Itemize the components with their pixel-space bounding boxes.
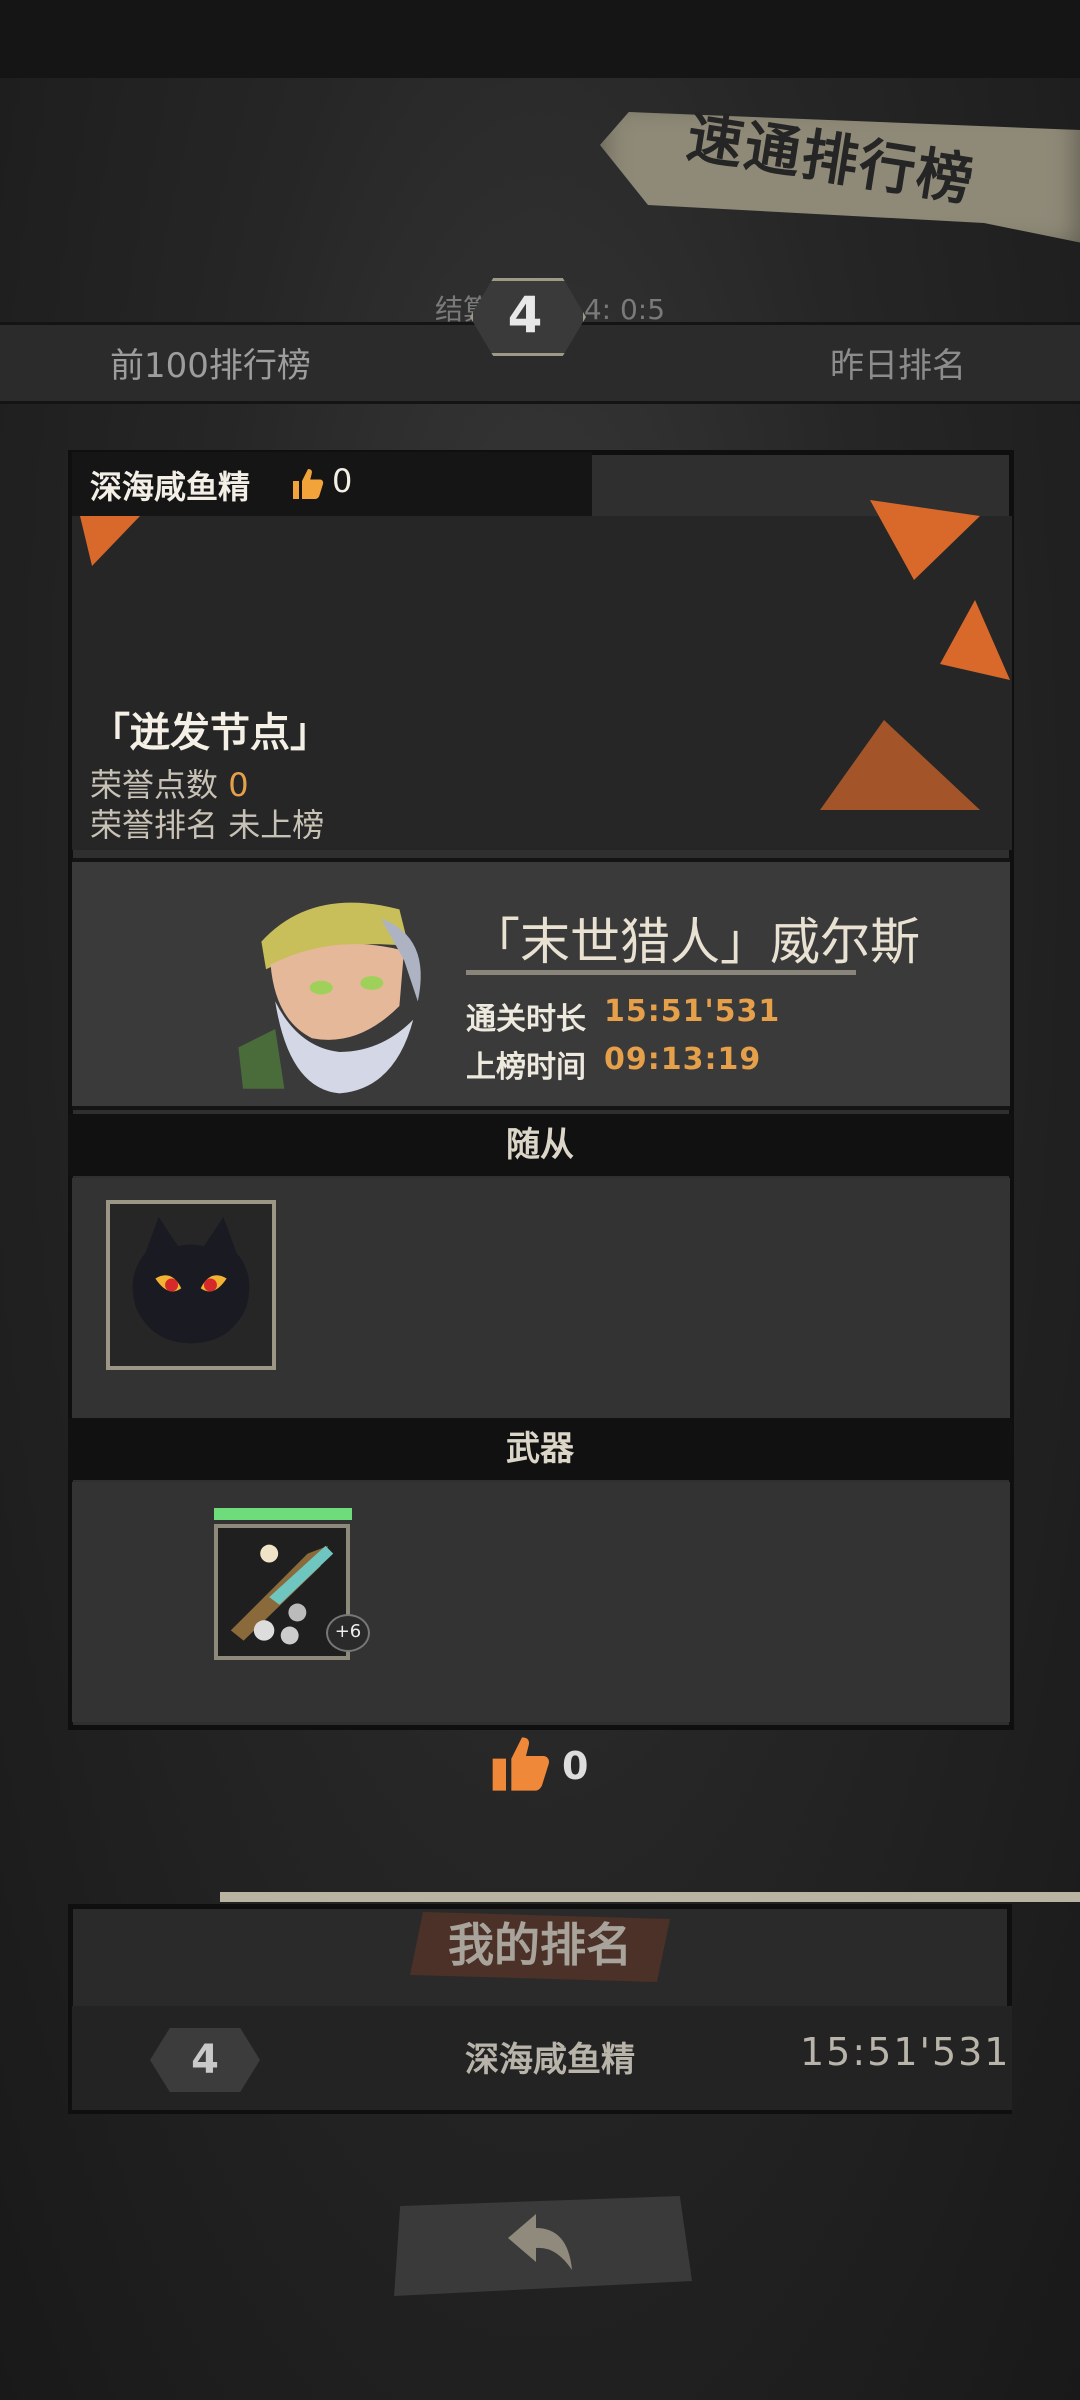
player-like-count: 0 (332, 462, 353, 500)
honor-points: 荣誉点数 0 (90, 760, 390, 804)
listed-time-label: 上榜时间 (466, 1050, 586, 1085)
my-rank-title: 我的排名 (448, 1918, 632, 1972)
hero-name: 「末世猎人」威尔斯 (470, 913, 920, 971)
tab-yesterday[interactable]: 昨日排名 (830, 338, 1030, 388)
thumbs-up-icon[interactable] (290, 466, 326, 502)
honor-points-value: 0 (228, 766, 249, 804)
like-count: 0 (562, 1744, 589, 1788)
listed-time-value: 09:13:19 (604, 1042, 762, 1077)
status-bar (0, 0, 1080, 78)
clear-time-label: 通关时长 (466, 1002, 586, 1037)
honor-rank: 荣誉排名 未上榜 (90, 800, 390, 844)
thumbs-up-icon[interactable] (490, 1732, 554, 1796)
weapon-slot-area (72, 1482, 1010, 1722)
back-arrow-icon[interactable] (500, 2206, 580, 2278)
tab-top100[interactable]: 前100排行榜 (110, 338, 440, 388)
black-cat-icon (132, 1216, 250, 1344)
node-title: 「迸发节点」 (90, 710, 330, 756)
rank-badge-number: 4 (507, 286, 543, 344)
honor-rank-value: 未上榜 (228, 806, 325, 844)
my-rank-divider (220, 1892, 1080, 1902)
weapon-section-label: 武器 (506, 1429, 574, 1469)
companion-section-label: 随从 (506, 1125, 574, 1165)
my-rank-time: 15:51'531 (800, 2030, 1011, 2074)
my-rank-player-name: 深海咸鱼精 (465, 2040, 635, 2080)
honor-points-label: 荣誉点数 (90, 766, 219, 804)
honor-rank-label: 荣誉排名 (90, 806, 219, 844)
clear-time-value: 15:51'531 (604, 994, 781, 1029)
companion-slot[interactable] (106, 1200, 276, 1370)
hero-name-underline (466, 970, 856, 975)
weapon-durability-bar (214, 1508, 352, 1520)
player-name: 深海咸鱼精 (90, 468, 251, 506)
hero-portrait (238, 902, 421, 1094)
my-rank-number: 4 (191, 2037, 219, 2083)
weapon-extra-badge: +6 (326, 1614, 370, 1652)
